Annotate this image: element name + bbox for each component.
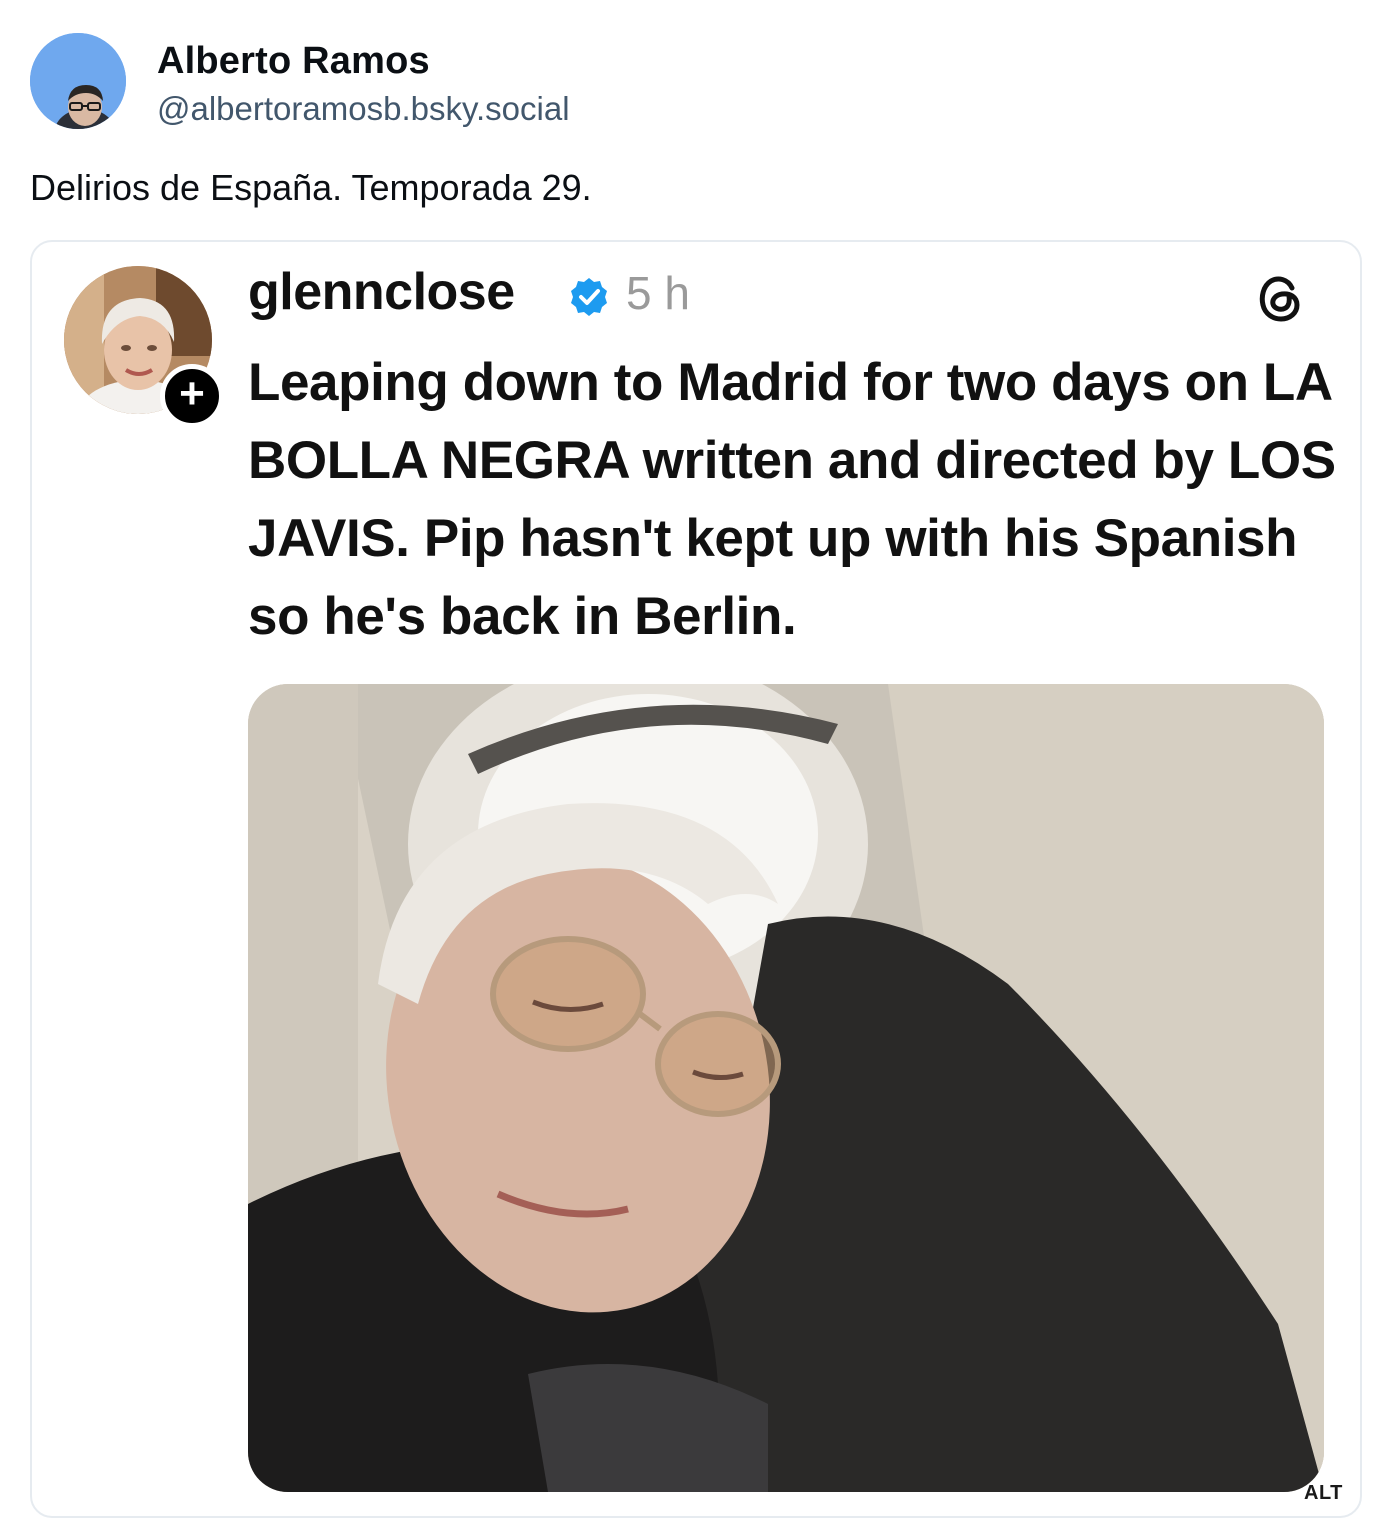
author-name[interactable]: Alberto Ramos	[157, 40, 430, 83]
verified-badge-icon	[571, 278, 607, 316]
avatar-icon	[30, 33, 126, 129]
author-avatar[interactable]	[30, 33, 126, 129]
threads-username: glennclose	[248, 263, 515, 321]
bluesky-post: Alberto Ramos @albertoramosb.bsky.social…	[0, 0, 1400, 1534]
threads-logo-icon	[1259, 276, 1300, 322]
airplane-selfie-photo	[248, 684, 1324, 1492]
follow-plus-button: +	[160, 364, 224, 428]
embedded-image[interactable]: + glennclose 5 h Leaping down to Madrid …	[30, 240, 1362, 1518]
author-handle[interactable]: @albertoramosb.bsky.social	[157, 90, 570, 128]
threads-timestamp: 5 h	[626, 267, 690, 319]
threads-post-text: Leaping down to Madrid for two days on L…	[248, 353, 1336, 646]
alt-text-badge[interactable]: ALT	[1304, 1482, 1343, 1505]
post-text: Delirios de España. Temporada 29.	[30, 167, 592, 208]
